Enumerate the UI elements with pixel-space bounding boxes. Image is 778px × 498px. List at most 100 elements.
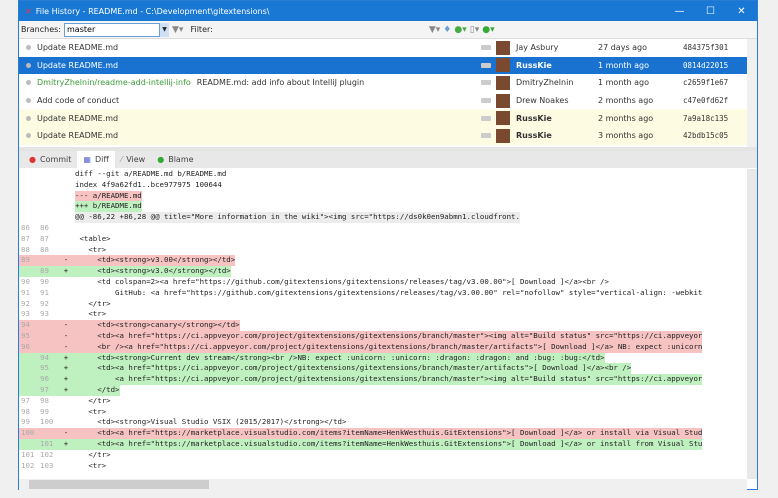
diff-line: 89 + <td><strong>v3.0</strong></td>	[19, 266, 747, 277]
commit-date: 3 months ago	[598, 131, 654, 141]
refresh-icon[interactable]: ●▾	[454, 25, 466, 35]
old-line-number: 95	[19, 330, 38, 342]
diff-marker: -	[57, 428, 75, 439]
window-title: File History - README.md - C:\Developmen…	[35, 6, 270, 16]
commit-message: Update README.md	[37, 131, 118, 140]
blame-icon: ●	[157, 155, 165, 164]
document-icon[interactable]: ▯▾	[470, 25, 479, 35]
diff-line: 97 98 </tr>	[19, 396, 747, 407]
avatar	[496, 93, 510, 108]
diff-view[interactable]: diff --git a/README.md b/README.md index …	[19, 169, 747, 478]
settings-icon[interactable]: ●▾	[482, 25, 494, 35]
filter-input[interactable]	[215, 22, 316, 37]
diff-vertical-scrollbar[interactable]	[747, 169, 757, 479]
diff-line: 101 + <td><a href="https://marketplace.vi…	[19, 438, 747, 450]
old-line-number: 93	[21, 309, 30, 319]
new-line-number: 100	[40, 417, 54, 427]
commit-date: 1 month ago	[598, 78, 650, 88]
branch-icon[interactable]: ♦	[443, 25, 451, 35]
diff-icon: ▦	[83, 155, 91, 164]
avatar	[496, 111, 510, 126]
commit-row[interactable]: Update README.md RussKie 1 month ago 0814d2…	[19, 56, 747, 75]
diff-horizontal-scrollbar[interactable]	[19, 479, 747, 490]
commit-list[interactable]: Update README.md Jay Asbury 27 days ago 484…	[19, 39, 747, 147]
commit-subject: Update README.md	[37, 60, 119, 70]
filter-icon[interactable]: ▼▾	[172, 25, 183, 35]
scroll-thumb[interactable]	[29, 480, 209, 489]
diff-line: 97 + </td>	[19, 384, 747, 396]
commit-author: DmitryZhelnin	[516, 78, 574, 88]
new-line-number: 96	[38, 374, 57, 385]
old-line-number: 92	[21, 298, 30, 308]
commit-date: 1 month ago	[598, 60, 650, 70]
close-button[interactable]: ✕	[726, 6, 757, 17]
more-icon[interactable]	[481, 80, 491, 86]
diff-marker	[57, 245, 75, 256]
old-line-number	[19, 169, 38, 180]
avatar	[496, 40, 510, 55]
new-line-number: 91	[40, 287, 49, 297]
commit-subject: README.md: add info about IntelliJ plugi…	[196, 78, 365, 88]
app-logo-icon: ✕	[25, 6, 32, 16]
more-icon[interactable]	[481, 133, 491, 139]
diff-marker	[57, 461, 75, 472]
new-line-number: 94	[38, 352, 57, 364]
new-line-number: 98	[40, 395, 49, 405]
old-line-number: 96	[19, 341, 38, 353]
diff-text: <a href="https://ci.appveyor.com/project…	[75, 374, 703, 385]
maximize-button[interactable]: ☐	[695, 6, 726, 17]
diff-text: <td><a href="https://marketplace.visuals…	[75, 438, 703, 450]
tab-commit[interactable]: ● Commit	[23, 151, 77, 168]
graph-node-icon	[26, 133, 31, 139]
commit-row[interactable]: Add code of conduct Drew Noakes 2 months a…	[19, 92, 747, 110]
filter-label: Filter:	[190, 25, 213, 34]
more-icon[interactable]	[481, 98, 491, 104]
commit-hash: 0814d22015	[683, 60, 729, 70]
more-icon[interactable]	[481, 62, 491, 68]
diff-line: 94 + <td><strong>Current dev stream</stro…	[19, 352, 747, 364]
commit-subject: Update README.md	[37, 43, 119, 53]
branch-label[interactable]: DmitryZhelnin/readme-add-intellij-info	[37, 78, 191, 87]
commit-date: 2 months ago	[598, 96, 654, 106]
more-icon[interactable]	[481, 45, 491, 51]
commit-subject: Update README.md	[37, 113, 119, 123]
minimize-button[interactable]: —	[664, 6, 695, 17]
commit-row[interactable]: DmitryZhelnin/readme-add-intellij-info RE…	[19, 74, 747, 92]
old-line-number: 90	[21, 276, 30, 286]
commit-row[interactable]: Update README.md RussKie 3 months ago 42bdb…	[19, 126, 747, 145]
tab-blame[interactable]: ● Blame	[151, 151, 199, 168]
diff-marker	[57, 396, 75, 407]
new-line-number: 103	[40, 460, 54, 470]
new-line-number: 90	[40, 276, 49, 286]
commit-row[interactable]: Update README.md RussKie 2 months ago 7a9a1…	[19, 109, 747, 127]
tab-diff[interactable]: ▦ Diff	[77, 151, 115, 168]
diff-line: index 4f9a62fd1..bce977975 100644	[19, 180, 747, 191]
diff-marker: +	[57, 438, 75, 450]
diff-marker	[57, 180, 75, 191]
tab-view[interactable]: ⁄ View	[115, 151, 151, 168]
diff-line: 93 93 <tr>	[19, 309, 747, 320]
commit-subject: Update README.md	[37, 131, 119, 141]
more-icon[interactable]	[481, 115, 491, 121]
diff-line: 96 + <a href="https://ci.appveyor.com/pro…	[19, 374, 747, 385]
avatar	[496, 58, 510, 73]
diff-text: <table>	[75, 233, 111, 243]
diff-marker: -	[57, 341, 75, 353]
new-line-number	[38, 201, 57, 212]
diff-text: --- a/README.md	[75, 190, 142, 202]
old-line-number	[19, 352, 38, 364]
new-line-number	[38, 320, 57, 331]
old-line-number: 98	[21, 406, 30, 416]
diff-marker: -	[57, 320, 75, 331]
diff-line: 98 99 <tr>	[19, 407, 747, 418]
new-line-number: 92	[40, 298, 49, 308]
chevron-down-icon[interactable]: ▼	[160, 22, 170, 37]
diff-text: <tr>	[75, 460, 107, 470]
filter-options-icon[interactable]: ▼▾	[429, 25, 440, 35]
diff-marker	[57, 201, 75, 212]
commit-hash: 484375f301	[683, 43, 729, 53]
commit-row[interactable]: Update README.md Jay Asbury 27 days ago 484…	[19, 39, 747, 57]
commit-list-scrollbar[interactable]	[747, 39, 757, 147]
branches-combobox[interactable]	[64, 22, 161, 37]
diff-text: <td><strong>canary</strong></td>	[75, 320, 240, 331]
